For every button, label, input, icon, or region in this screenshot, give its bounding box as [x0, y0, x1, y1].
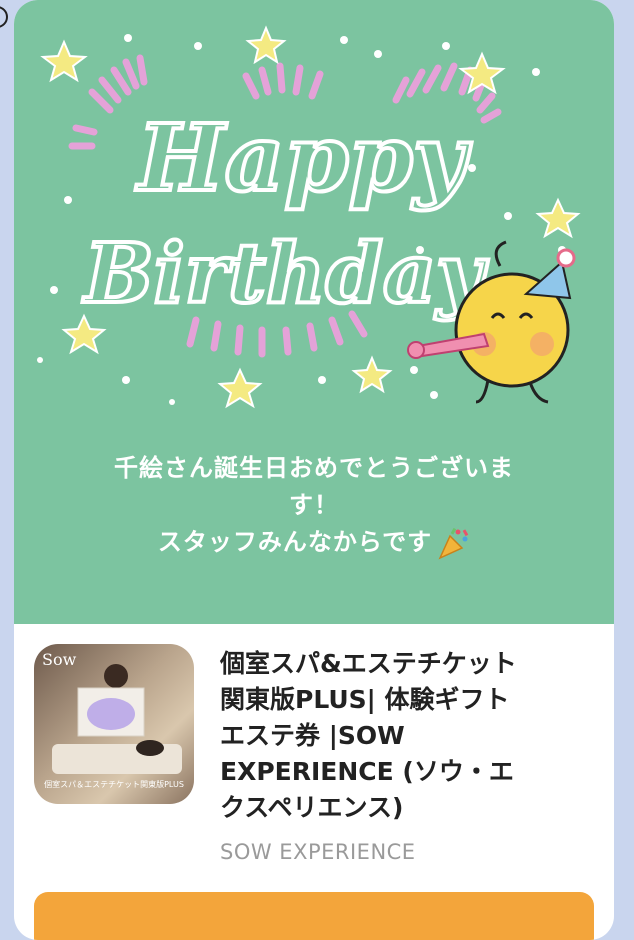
message-line-text: スタッフみんなからです	[157, 528, 433, 556]
gift-item[interactable]: Sow 個室スパ＆エステチケット関東版PLUS 個室スパ&エステチケット 関東版…	[14, 624, 614, 940]
gift-title-line: 関東版PLUS| 体験ギフト	[220, 685, 510, 714]
birthday-message: 千絵さん誕生日おめでとうございま す！ スタッフみんなからです	[54, 450, 574, 561]
gift-title-line: 個室スパ&エステチケット	[220, 649, 517, 678]
gift-brand: SOW EXPERIENCE	[220, 840, 416, 864]
thumbnail-brand: Sow	[42, 650, 77, 669]
thumbnail-caption: 個室スパ＆エステチケット関東版PLUS	[44, 780, 184, 789]
birthday-artwork: Happy Birthday	[37, 25, 581, 409]
gift-title-line: EXPERIENCE (ソウ・エ	[220, 757, 514, 786]
birthday-card: Happy Birthday 千絵さん誕生日おめでとうございま す！ スタッフみ…	[14, 0, 614, 940]
message-line: 千絵さん誕生日おめでとうございま	[114, 454, 514, 482]
happy-lettering: Happy	[135, 104, 472, 212]
gift-title-line: エステ券 |SOW	[220, 721, 405, 750]
card-header: Happy Birthday 千絵さん誕生日おめでとうございま す！ スタッフみ…	[14, 0, 614, 624]
message-line: す！	[289, 491, 339, 519]
birthday-lettering: Birthday	[82, 226, 489, 322]
party-popper-icon	[438, 527, 469, 560]
gift-title-line: クスペリエンス)	[220, 793, 404, 822]
gift-title[interactable]: 個室スパ&エステチケット 関東版PLUS| 体験ギフト エステ券 |SOW EX…	[220, 646, 590, 826]
gift-action-button[interactable]	[34, 892, 594, 940]
party-hat-icon	[523, 248, 576, 300]
gift-thumbnail[interactable]: Sow 個室スパ＆エステチケット関東版PLUS	[34, 644, 194, 804]
message-line: スタッフみんなからです	[54, 524, 574, 561]
edge-bracket-icon	[0, 6, 8, 28]
